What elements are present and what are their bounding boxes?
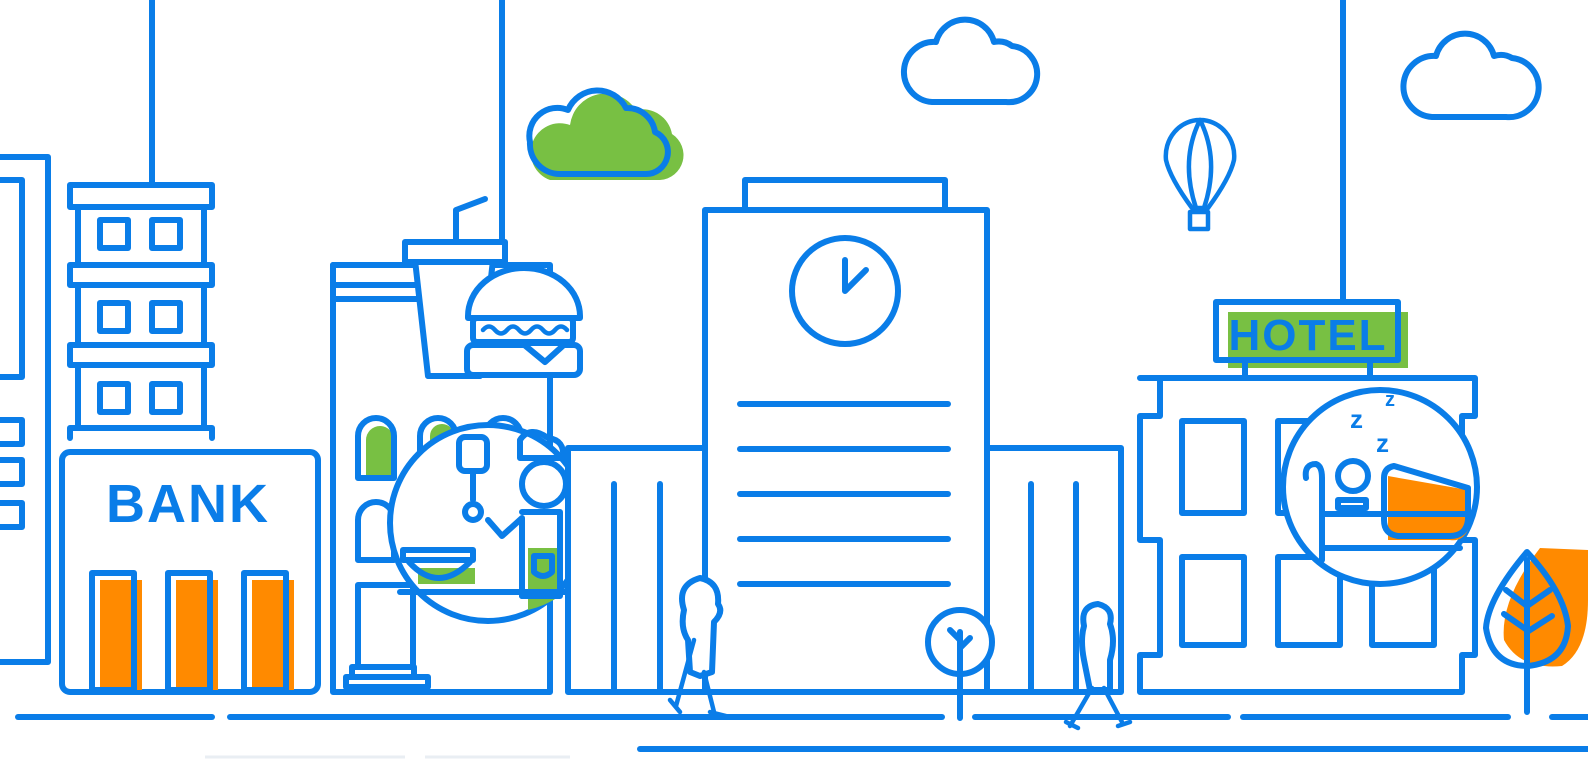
burger-icon [464,265,583,378]
bank-sign: BANK [106,474,270,534]
hotel-sign: HOTEL [1228,311,1387,360]
hot-air-balloon-icon [1163,117,1237,232]
apartment-tower [67,182,215,441]
sleeping-person-icon: z z z [1280,387,1480,587]
tree-icon [925,607,995,721]
cloud-icon [900,16,1041,106]
bank-building: BANK [59,449,321,695]
sleep-z-1: z [1350,404,1363,434]
chef-icon [387,422,589,624]
leaf-tree-icon [1483,548,1588,715]
sleep-z-2: z [1376,428,1389,458]
street-lines [15,714,1588,759]
city-skyline-illustration: BANK HOTEL z z z [0,0,1588,759]
left-edge-building [0,154,51,665]
green-cloud-icon [526,87,684,180]
cloud-icon-right [1400,30,1542,121]
sleep-z-3: z [1385,389,1395,411]
